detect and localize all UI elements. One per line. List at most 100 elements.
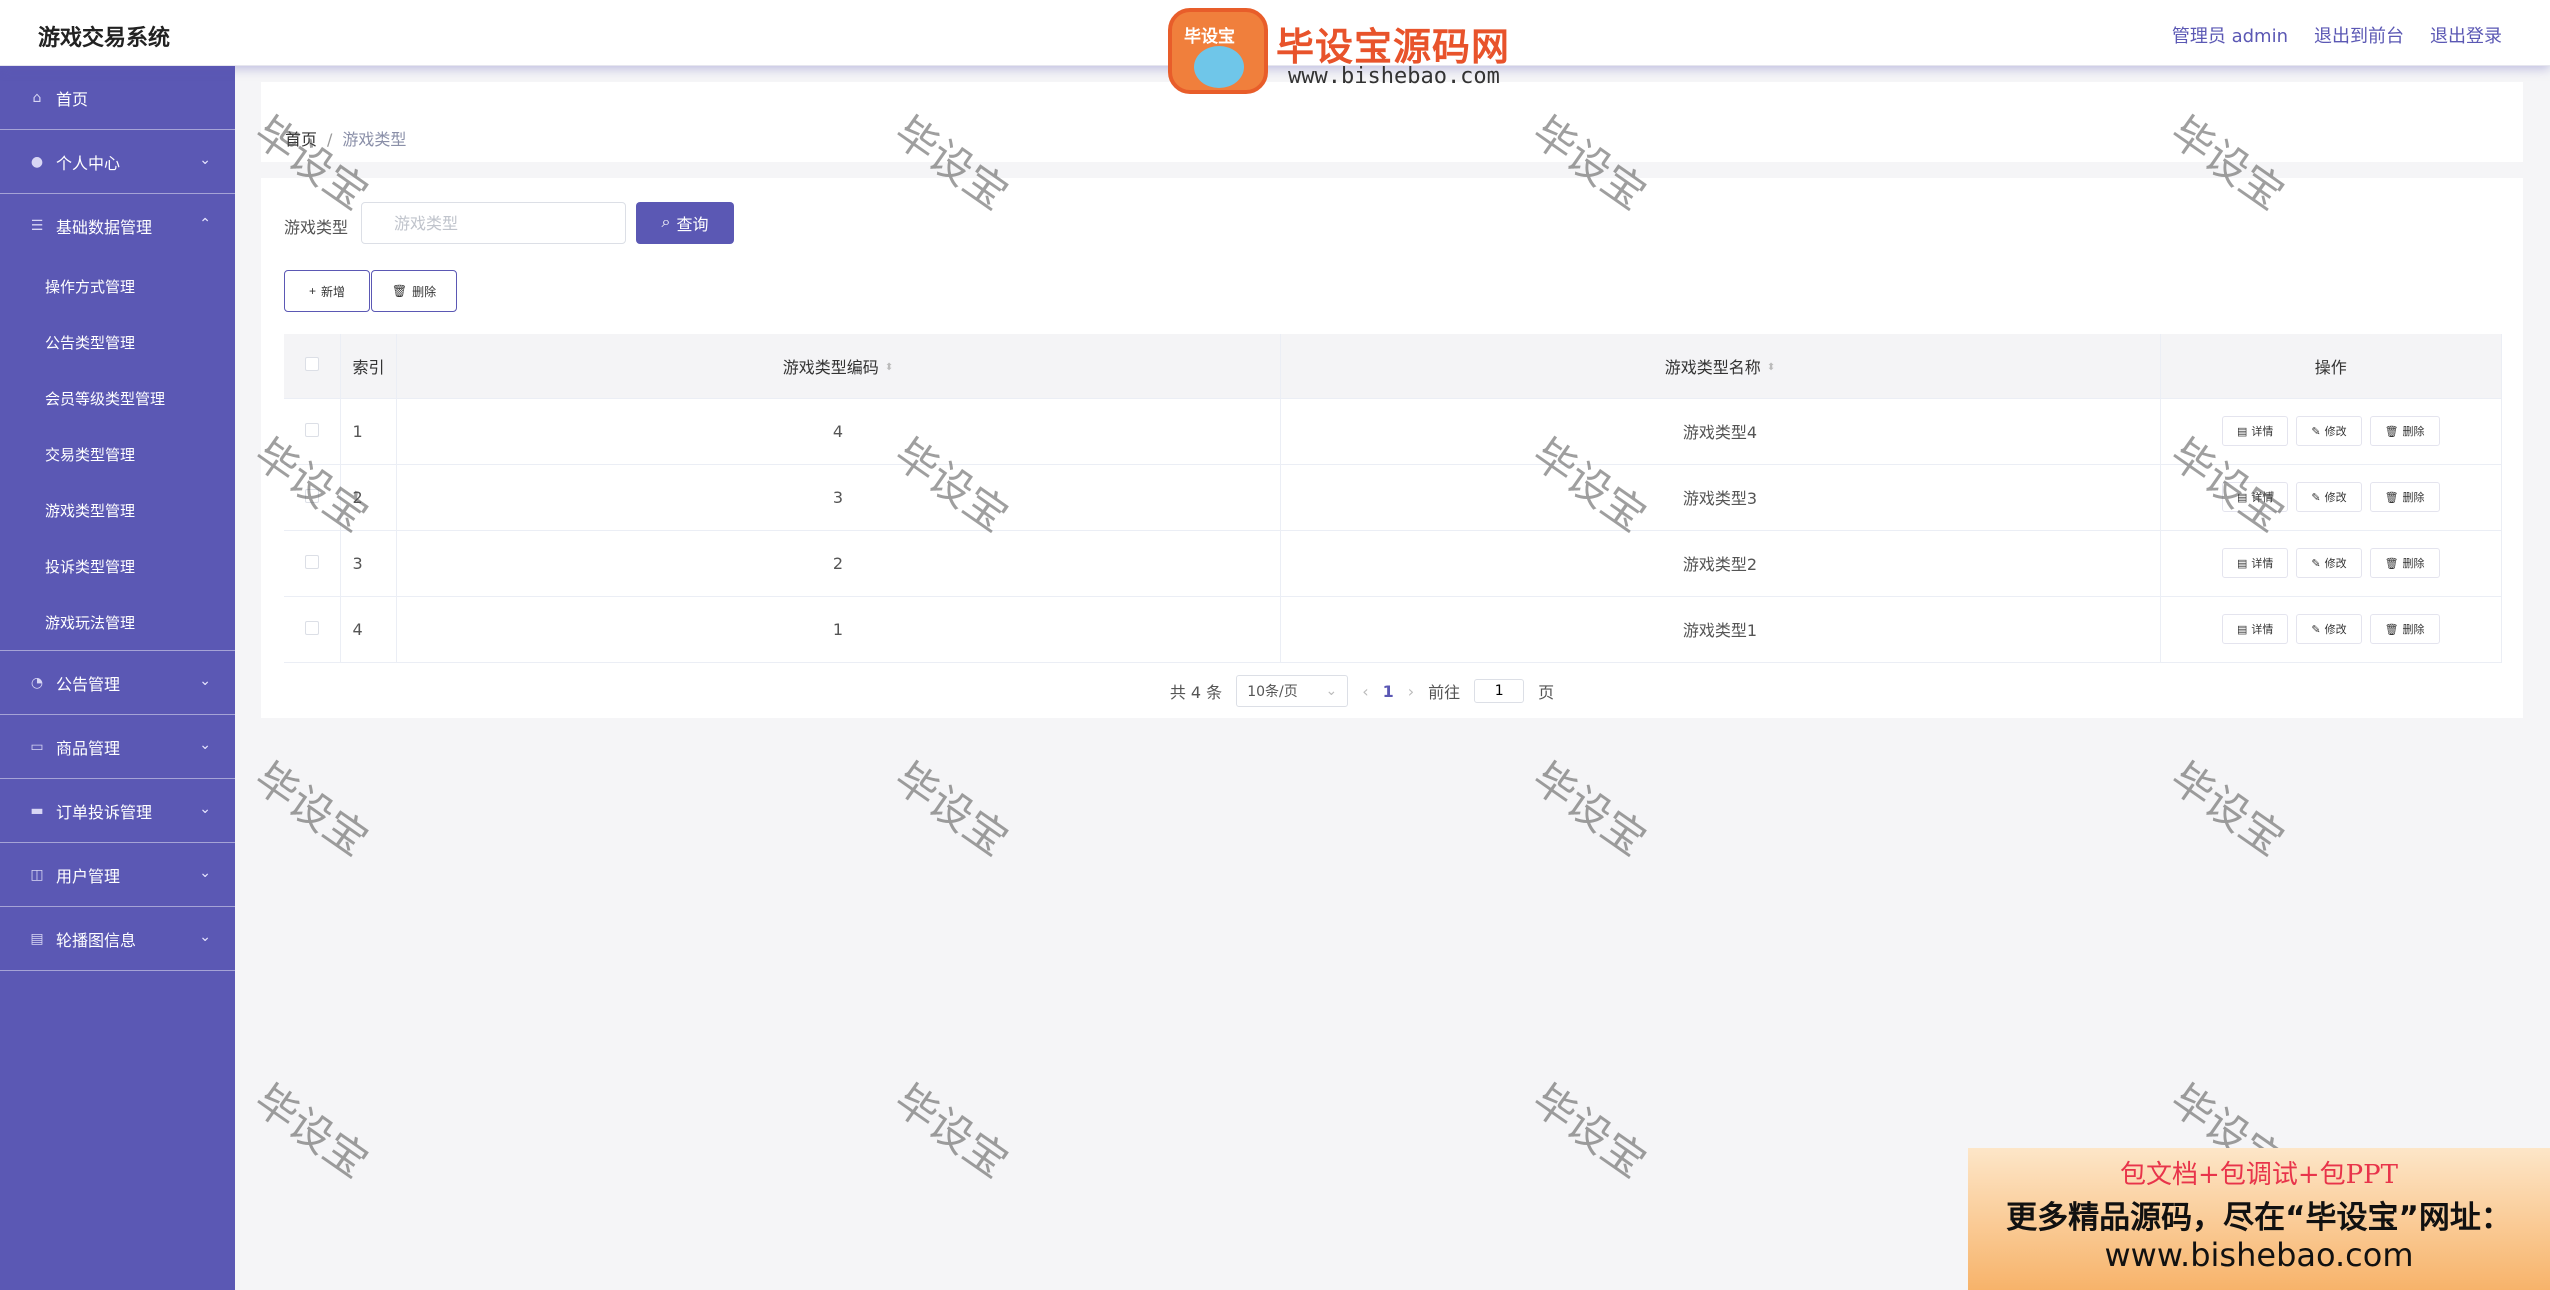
breadcrumb-card: 首页 / 游戏类型 bbox=[261, 82, 2523, 162]
trash-icon: 🗑 bbox=[391, 284, 408, 298]
select-all-checkbox[interactable] bbox=[304, 357, 319, 372]
detail-button[interactable]: ▤ 详情 bbox=[2221, 614, 2289, 644]
search-label: 游戏类型 bbox=[284, 218, 349, 237]
sidebar-item-label: 个人中心 bbox=[56, 153, 121, 173]
cell-code: 4 bbox=[396, 398, 1281, 465]
row-delete-button[interactable]: 🗑 删除 bbox=[2369, 416, 2440, 446]
edit-label: 修改 bbox=[2324, 624, 2347, 636]
site-logo-watermark: 毕设宝 毕设宝源码网 www.bishebao.com bbox=[1160, 4, 1550, 94]
sidebar-subitem-member-level[interactable]: 会员等级类型管理 bbox=[0, 370, 235, 426]
chevron-down-icon: ⌄ bbox=[199, 673, 211, 689]
table-row: 3 2 游戏类型2 ▤ 详情 ✎ 修改 🗑 删除 bbox=[284, 530, 2502, 597]
sidebar-item-users[interactable]: ◫ 用户管理 ⌄ bbox=[0, 843, 235, 907]
admin-label[interactable]: 管理员 admin bbox=[2172, 22, 2288, 48]
detail-button[interactable]: ▤ 详情 bbox=[2221, 482, 2289, 512]
row-delete-button[interactable]: 🗑 删除 bbox=[2369, 548, 2440, 578]
sidebar-subitem-trade-type[interactable]: 交易类型管理 bbox=[0, 426, 235, 482]
sort-icon[interactable]: ⬍ bbox=[1767, 363, 1775, 373]
row-checkbox[interactable] bbox=[304, 488, 319, 503]
row-checkbox-cell bbox=[284, 398, 341, 465]
add-button[interactable]: + 新增 bbox=[284, 270, 370, 312]
row-delete-label: 删除 bbox=[2402, 558, 2425, 570]
detail-label: 详情 bbox=[2251, 426, 2274, 438]
breadcrumb-home[interactable]: 首页 bbox=[285, 130, 317, 149]
sidebar-subitem-operation[interactable]: 操作方式管理 bbox=[0, 258, 235, 314]
row-delete-button[interactable]: 🗑 删除 bbox=[2369, 614, 2440, 644]
prev-page-icon[interactable]: ‹ bbox=[1362, 682, 1368, 701]
edit-button[interactable]: ✎ 修改 bbox=[2296, 614, 2362, 644]
trash-icon: 🗑 bbox=[2384, 425, 2399, 438]
sidebar-item-carousel[interactable]: ▤ 轮播图信息 ⌄ bbox=[0, 907, 235, 971]
doc-icon: ▤ bbox=[2236, 557, 2248, 570]
logout-link[interactable]: 退出登录 bbox=[2430, 22, 2502, 48]
row-delete-button[interactable]: 🗑 删除 bbox=[2369, 482, 2440, 512]
sidebar-item-profile[interactable]: ● 个人中心 ⌄ bbox=[0, 130, 235, 194]
header-code[interactable]: 游戏类型编码 ⬍ bbox=[396, 334, 1281, 399]
sidebar-item-notice[interactable]: ◔ 公告管理 ⌄ bbox=[0, 651, 235, 715]
sidebar: ⌂ 首页 ● 个人中心 ⌄ ☰ 基础数据管理 ⌃ 操作方式管理 公告类型管理 会… bbox=[0, 66, 235, 1290]
doc-icon: ▤ bbox=[2236, 623, 2248, 636]
menu-icon: ☰ bbox=[30, 218, 44, 234]
row-checkbox[interactable] bbox=[304, 620, 319, 635]
row-delete-label: 删除 bbox=[2402, 492, 2425, 504]
goto-page-input[interactable] bbox=[1474, 679, 1525, 703]
row-checkbox[interactable] bbox=[304, 422, 319, 437]
banner-line-1: 包文档+包调试+包PPT bbox=[2120, 1160, 2398, 1190]
edit-icon: ✎ bbox=[2311, 491, 2321, 504]
edit-button[interactable]: ✎ 修改 bbox=[2296, 548, 2362, 578]
sidebar-item-basic-data[interactable]: ☰ 基础数据管理 ⌃ bbox=[0, 194, 235, 258]
doc-icon: ▤ bbox=[2236, 425, 2248, 438]
breadcrumb: 首页 / 游戏类型 bbox=[285, 126, 406, 150]
header-index: 索引 bbox=[340, 334, 397, 399]
cell-name: 游戏类型4 bbox=[1280, 398, 2161, 465]
detail-button[interactable]: ▤ 详情 bbox=[2221, 416, 2289, 446]
page-size-select[interactable]: 10条/页 ⌄ bbox=[1236, 675, 1349, 707]
chevron-up-icon: ⌃ bbox=[199, 216, 211, 232]
breadcrumb-current: 游戏类型 bbox=[342, 130, 407, 149]
order-icon: ▬ bbox=[30, 802, 44, 819]
logo-text: 毕设宝源码网 bbox=[1276, 25, 1511, 69]
query-button[interactable]: ⌕ 查询 bbox=[636, 202, 734, 244]
row-checkbox[interactable] bbox=[304, 554, 319, 569]
sidebar-subitem-notice-type[interactable]: 公告类型管理 bbox=[0, 314, 235, 370]
game-type-table: 索引 游戏类型编码 ⬍ 游戏类型名称 ⬍ 操作 1 4 游戏类型4 ▤ 详情 ✎ 修改 … bbox=[284, 334, 2502, 663]
cell-ops: ▤ 详情 ✎ 修改 🗑 删除 bbox=[2160, 530, 2502, 597]
breadcrumb-separator: / bbox=[327, 130, 333, 149]
query-button-label: 查询 bbox=[676, 217, 709, 234]
cell-ops: ▤ 详情 ✎ 修改 🗑 删除 bbox=[2160, 596, 2502, 663]
sidebar-item-home[interactable]: ⌂ 首页 bbox=[0, 66, 235, 130]
page-unit-label: 页 bbox=[1538, 683, 1555, 702]
sidebar-subitem-complaint-type[interactable]: 投诉类型管理 bbox=[0, 538, 235, 594]
sort-icon[interactable]: ⬍ bbox=[885, 363, 893, 373]
search-input[interactable] bbox=[361, 202, 626, 244]
sidebar-item-label: 首页 bbox=[56, 89, 89, 109]
sidebar-subitem-gameplay[interactable]: 游戏玩法管理 bbox=[0, 594, 235, 650]
edit-label: 修改 bbox=[2324, 558, 2347, 570]
pagination: 共 4 条 10条/页 ⌄ ‹ 1 › 前往 页 bbox=[261, 674, 2523, 708]
sidebar-subitem-game-type[interactable]: 游戏类型管理 bbox=[0, 482, 235, 538]
notice-icon: ◔ bbox=[30, 674, 44, 691]
detail-button[interactable]: ▤ 详情 bbox=[2221, 548, 2289, 578]
header-name[interactable]: 游戏类型名称 ⬍ bbox=[1280, 334, 2161, 399]
edit-button[interactable]: ✎ 修改 bbox=[2296, 416, 2362, 446]
trash-icon: 🗑 bbox=[2384, 557, 2399, 570]
row-delete-label: 删除 bbox=[2402, 426, 2425, 438]
home-icon: ⌂ bbox=[32, 89, 42, 106]
to-front-link[interactable]: 退出到前台 bbox=[2314, 22, 2404, 48]
cell-code: 1 bbox=[396, 596, 1281, 663]
next-page-icon[interactable]: › bbox=[1408, 682, 1414, 701]
delete-button[interactable]: 🗑 删除 bbox=[371, 270, 457, 312]
row-checkbox-cell bbox=[284, 464, 341, 531]
carousel-icon: ▤ bbox=[30, 930, 44, 947]
submenu-basic-data: 操作方式管理 公告类型管理 会员等级类型管理 交易类型管理 游戏类型管理 投诉类… bbox=[0, 258, 235, 651]
cell-name: 游戏类型2 bbox=[1280, 530, 2161, 597]
page-number[interactable]: 1 bbox=[1383, 682, 1394, 701]
content-card: 游戏类型 ⌕ 查询 + 新增 🗑 删除 索引 游戏类型编码 ⬍ 游戏类型名称 ⬍ 操… bbox=[261, 178, 2523, 718]
search-icon: ⌕ bbox=[661, 214, 671, 231]
sidebar-item-goods[interactable]: ▭ 商品管理 ⌄ bbox=[0, 715, 235, 779]
cell-code: 3 bbox=[396, 464, 1281, 531]
edit-button[interactable]: ✎ 修改 bbox=[2296, 482, 2362, 512]
sidebar-item-orders[interactable]: ▬ 订单投诉管理 ⌄ bbox=[0, 779, 235, 843]
table-row: 4 1 游戏类型1 ▤ 详情 ✎ 修改 🗑 删除 bbox=[284, 596, 2502, 663]
detail-label: 详情 bbox=[2251, 558, 2274, 570]
